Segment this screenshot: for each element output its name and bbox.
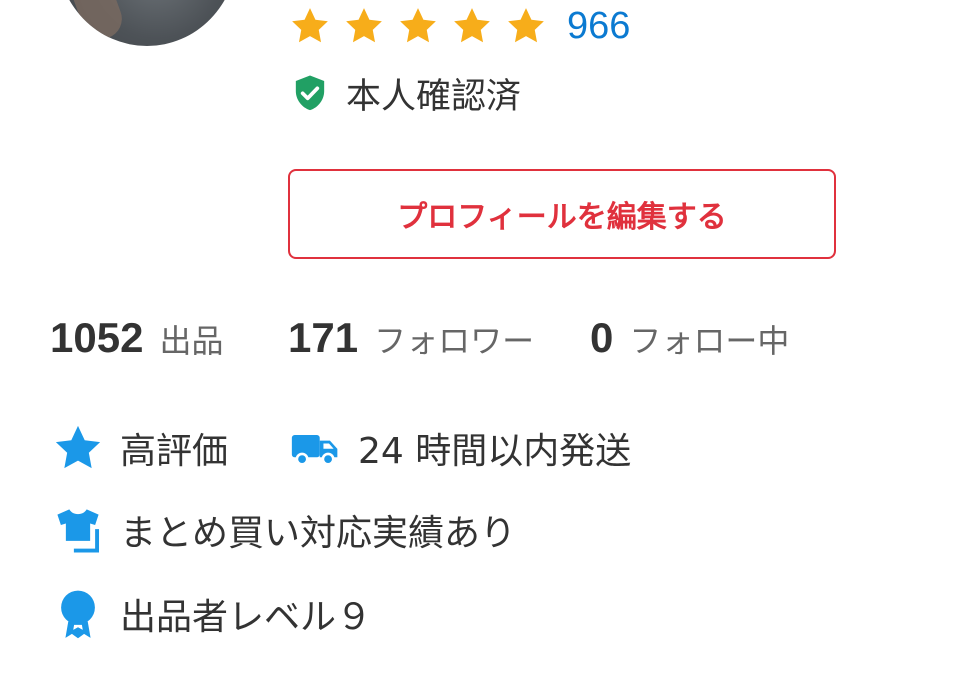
verification-label: 本人確認済 — [346, 76, 522, 117]
star-icon — [454, 8, 490, 43]
stat-followers[interactable]: 171 フォロワー — [288, 314, 534, 368]
truck-icon — [291, 435, 338, 466]
shield-check-icon — [295, 75, 325, 111]
star-icon — [346, 8, 382, 43]
medal-icon — [61, 590, 95, 639]
star-icon — [400, 8, 436, 43]
edit-profile-button[interactable]: プロフィールを編集する — [288, 169, 836, 259]
badge-fast-shipping: 24 時間以内発送 — [290, 420, 631, 476]
star-icon — [508, 8, 544, 43]
stat-label: フォロワー — [374, 322, 535, 360]
profile-header: 966 本人確認済 プロフィールを編集する 1052 出品 171 フォロワー … — [0, 0, 960, 679]
badge-high-rating: 高評価 — [52, 420, 228, 476]
tshirt-icon — [57, 509, 100, 553]
avatar[interactable] — [57, 0, 237, 46]
stat-label: 出品 — [159, 322, 224, 360]
stat-following[interactable]: 0 フォロー中 — [590, 314, 789, 368]
stat-label: フォロー中 — [629, 322, 790, 360]
stat-value: 171 — [288, 314, 359, 361]
badge-label: まとめ買い対応実績あり — [120, 513, 517, 554]
rating-count[interactable]: 966 — [567, 4, 630, 48]
badge-seller-level: 出品者レベル９ — [52, 586, 372, 642]
badge-bulk-purchase: まとめ買い対応実績あり — [52, 502, 516, 558]
badge-label: 出品者レベル９ — [120, 597, 373, 638]
star-icon — [55, 425, 101, 469]
rating[interactable]: 966 — [289, 4, 630, 48]
star-icon — [292, 8, 328, 43]
badge-label: 24 時間以内発送 — [358, 431, 632, 472]
stat-value: 0 — [590, 314, 614, 361]
verification-badge: 本人確認済 — [290, 70, 522, 117]
stat-value: 1052 — [50, 314, 144, 361]
badge-label: 高評価 — [120, 431, 229, 472]
stat-listings[interactable]: 1052 出品 — [50, 314, 223, 368]
